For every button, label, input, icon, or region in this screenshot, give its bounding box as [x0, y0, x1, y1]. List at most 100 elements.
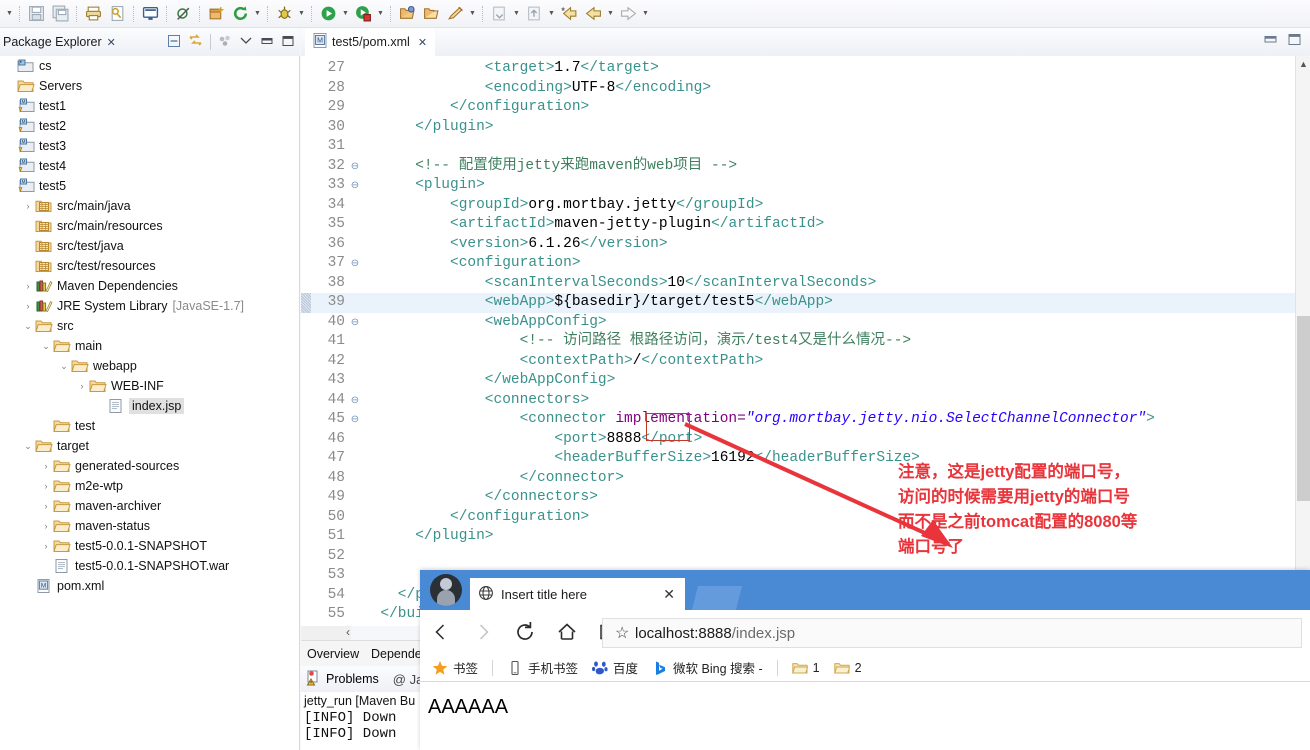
tab-pom-xml[interactable]: M test5/pom.xml ✕	[305, 28, 436, 56]
tree-item-test5[interactable]: Mtest5	[0, 176, 299, 196]
close-icon[interactable]: ✕	[418, 36, 427, 49]
scrollbar-thumb[interactable]	[1297, 316, 1310, 501]
tree-item-test5-0-0-1-snapshot[interactable]: › test5-0.0.1-SNAPSHOT	[0, 536, 299, 556]
tree-item-test3[interactable]: Mtest3	[0, 136, 299, 156]
maximize-editor-icon[interactable]	[1287, 33, 1302, 49]
tree-item-pom-xml[interactable]: Mpom.xml	[0, 576, 299, 596]
tree-item-m2e-wtp[interactable]: › m2e-wtp	[0, 476, 299, 496]
favorite-star-icon[interactable]: ☆	[615, 623, 629, 643]
collapse-all-icon[interactable]	[167, 34, 181, 51]
address-bar[interactable]: ☆ localhost:8888/index.jsp	[602, 618, 1302, 648]
code-line[interactable]: <version>6.1.26</version>	[363, 235, 668, 255]
code-line[interactable]: <groupId>org.mortbay.jetty</groupId>	[363, 196, 763, 216]
twisty-expanded-icon[interactable]: ⌄	[21, 316, 35, 336]
tree-item-generated-sources[interactable]: › generated-sources	[0, 456, 299, 476]
code-line[interactable]: <plugin>	[363, 176, 485, 196]
package-explorer-tree[interactable]: cs Servers Mtest1 Mtest2 Mtest3 Mtest4 Mtest5 ›…	[0, 56, 300, 750]
tree-item-maven-archiver[interactable]: › maven-archiver	[0, 496, 299, 516]
code-line[interactable]: <configuration>	[363, 254, 581, 274]
twisty-collapsed-icon[interactable]: ›	[39, 456, 53, 476]
tree-item-test4[interactable]: Mtest4	[0, 156, 299, 176]
code-line[interactable]: </bui	[363, 605, 424, 625]
export-icon[interactable]	[106, 3, 128, 25]
open-task-icon[interactable]	[420, 3, 442, 25]
tree-item-webapp[interactable]: ⌄ webapp	[0, 356, 299, 376]
code-line[interactable]: </connectors>	[363, 488, 598, 508]
search-dropdown-arrow[interactable]	[467, 3, 478, 25]
fold-toggle-icon[interactable]: ⊖	[349, 391, 361, 411]
code-line[interactable]: <webAppConfig>	[363, 313, 607, 333]
bookmark-item[interactable]: 2	[833, 660, 862, 676]
back-dropdown-arrow[interactable]	[605, 3, 616, 25]
run-icon[interactable]	[317, 3, 339, 25]
refresh-icon[interactable]	[229, 3, 251, 25]
maximize-view-icon[interactable]	[281, 35, 295, 50]
code-line[interactable]: <!-- 访问路径 根路径访问，演示/test4又是什么情况-->	[363, 332, 912, 352]
code-line[interactable]: <encoding>UTF-8</encoding>	[363, 79, 711, 99]
back-icon[interactable]	[582, 3, 604, 25]
debug-icon[interactable]	[273, 3, 295, 25]
last-edit-icon[interactable]	[523, 3, 545, 25]
scroll-left-arrow[interactable]: ‹	[346, 625, 350, 639]
tree-item-test1[interactable]: Mtest1	[0, 96, 299, 116]
view-menu-icon[interactable]	[239, 35, 253, 49]
debug-dropdown-arrow[interactable]	[296, 3, 307, 25]
minimize-editor-icon[interactable]	[1263, 33, 1278, 49]
twisty-collapsed-icon[interactable]: ›	[39, 536, 53, 556]
tree-item-test2[interactable]: Mtest2	[0, 116, 299, 136]
new-package-icon[interactable]	[205, 3, 227, 25]
open-type-icon[interactable]	[396, 3, 418, 25]
javadoc-tab-label[interactable]: @ Ja	[393, 672, 424, 687]
code-line[interactable]: </p	[363, 586, 424, 606]
code-line[interactable]: <!-- 配置使用jetty来跑maven的web项目 -->	[363, 157, 737, 177]
fold-toggle-icon[interactable]: ⊖	[349, 254, 361, 274]
xml-source-editor[interactable]: 27 <target>1.7</target> 28 <encoding>UTF-8<…	[301, 56, 1310, 626]
fold-toggle-icon[interactable]: ⊖	[349, 410, 361, 430]
skip-breakpoints-icon[interactable]	[172, 3, 194, 25]
close-icon[interactable]: ✕	[107, 36, 116, 49]
tree-item-web-inf[interactable]: › WEB-INF	[0, 376, 299, 396]
tree-item-maven-status[interactable]: › maven-status	[0, 516, 299, 536]
browser-tab[interactable]: Insert title here ✕	[470, 578, 685, 610]
link-with-editor-icon[interactable]	[188, 33, 203, 51]
code-line[interactable]: </configuration>	[363, 508, 589, 528]
bookmark-item[interactable]: 微软 Bing 搜索 -	[652, 658, 763, 677]
tree-item-target[interactable]: ⌄ target	[0, 436, 299, 456]
bookmark-item[interactable]: 百度	[592, 658, 638, 677]
tree-item-jre-system-library[interactable]: › JRE System Library [JavaSE-1.7]	[0, 296, 299, 316]
tree-item-src-main-java[interactable]: › src/main/java	[0, 196, 299, 216]
code-line[interactable]: <contextPath>/</contextPath>	[363, 352, 764, 372]
twisty-collapsed-icon[interactable]: ›	[21, 296, 35, 316]
fold-toggle-icon[interactable]: ⊖	[349, 176, 361, 196]
refresh-icon[interactable]	[504, 610, 546, 654]
code-line[interactable]: </configuration>	[363, 98, 589, 118]
back-icon[interactable]	[420, 610, 462, 654]
twisty-collapsed-icon[interactable]: ›	[39, 516, 53, 536]
tree-item-test[interactable]: test	[0, 416, 299, 436]
code-line[interactable]: </proje	[363, 625, 424, 627]
minimize-view-icon[interactable]	[260, 35, 274, 50]
fold-toggle-icon[interactable]: ⊖	[349, 313, 361, 333]
scroll-up-arrow[interactable]: ▲	[1299, 59, 1308, 69]
forward-dropdown-arrow[interactable]	[640, 3, 651, 25]
editor-vertical-scrollbar[interactable]: ▲	[1295, 56, 1310, 626]
forward-icon[interactable]	[617, 3, 639, 25]
home-icon[interactable]	[546, 610, 588, 654]
next-annotation-dropdown-arrow[interactable]	[511, 3, 522, 25]
close-icon[interactable]: ✕	[663, 586, 675, 603]
tree-item-index-jsp[interactable]: index.jsp	[0, 396, 299, 416]
view-menu-dots-icon[interactable]	[218, 34, 232, 51]
tree-item-main[interactable]: ⌄ main	[0, 336, 299, 356]
twisty-expanded-icon[interactable]: ⌄	[39, 336, 53, 356]
twisty-collapsed-icon[interactable]: ›	[39, 496, 53, 516]
bookmark-item[interactable]: 1	[791, 660, 820, 676]
twisty-collapsed-icon[interactable]: ›	[39, 476, 53, 496]
run-server-dropdown-arrow[interactable]	[375, 3, 386, 25]
code-line[interactable]: <scanIntervalSeconds>10</scanIntervalSec…	[363, 274, 877, 294]
problems-tab-label[interactable]: Problems	[326, 672, 379, 686]
twisty-collapsed-icon[interactable]: ›	[75, 376, 89, 396]
code-line[interactable]: </connector>	[363, 469, 624, 489]
back-star-icon[interactable]	[558, 3, 580, 25]
avatar[interactable]	[430, 574, 462, 606]
save-all-icon[interactable]	[49, 3, 71, 25]
